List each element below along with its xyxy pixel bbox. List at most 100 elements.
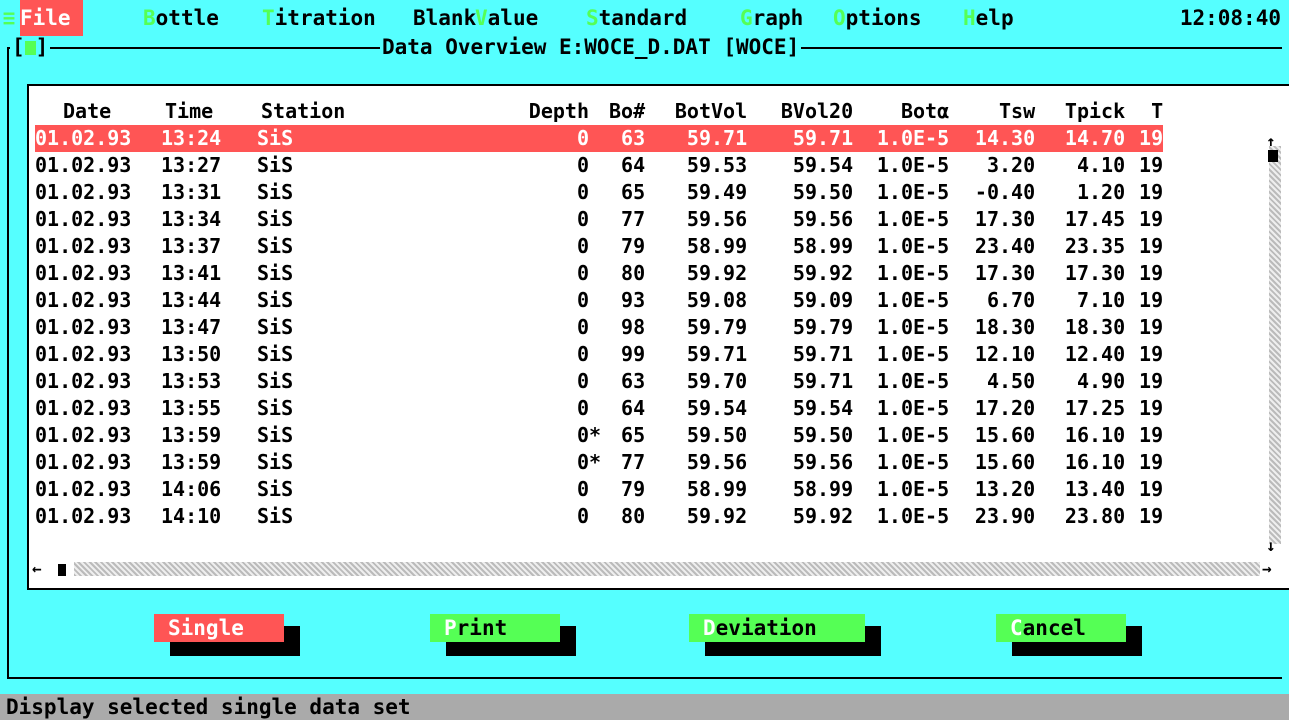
- cell-tsw: 4.50: [986, 369, 1036, 393]
- menu-graph[interactable]: Graph: [740, 0, 803, 36]
- cell-depth: 0: [576, 261, 589, 285]
- cell-bot-alpha: 1.0E-5: [876, 396, 950, 420]
- cell-tpick: 18.30: [1064, 315, 1126, 339]
- table-row[interactable]: 01.02.93 13:44 SiS 0 93 59.08 59.09 1.0E-5 6.70 7…: [35, 287, 1163, 314]
- menu-blank[interactable]: Blank: [413, 0, 476, 36]
- cell-time: 14:10: [161, 504, 222, 528]
- cell-date: 01.02.93: [35, 234, 132, 258]
- cell-bottle-number: 98: [621, 315, 646, 339]
- cell-flag: [589, 503, 609, 530]
- close-box[interactable]: []: [10, 36, 51, 58]
- cell-bot-alpha: 1.0E-5: [876, 369, 950, 393]
- cell-flag: [589, 233, 609, 260]
- cell-time: 13:44: [161, 288, 222, 312]
- cell-depth: 0: [576, 423, 589, 447]
- cell-t: 19: [1139, 261, 1164, 285]
- menu-file[interactable]: File: [20, 0, 84, 36]
- col-header-tpick[interactable]: Tpick: [1035, 98, 1125, 125]
- col-header-station[interactable]: Station: [257, 98, 417, 125]
- menu-value[interactable]: Value: [475, 0, 538, 36]
- table-row[interactable]: 01.02.93 13:34 SiS 0 77 59.56 59.56 1.0E-5 17.30…: [35, 206, 1163, 233]
- menu-standard[interactable]: Standard: [586, 0, 687, 36]
- cell-bottle-number: 79: [621, 234, 646, 258]
- single-button-label[interactable]: Single: [154, 614, 284, 642]
- col-header-bvol20[interactable]: BVol20: [747, 98, 853, 125]
- table-row[interactable]: 01.02.93 13:53 SiS 0 63 59.70 59.71 1.0E-5 4.50 4…: [35, 368, 1163, 395]
- cell-bot-alpha: 1.0E-5: [876, 261, 950, 285]
- col-header-bottle-number[interactable]: Bo#: [609, 98, 645, 125]
- cell-t: 19: [1139, 477, 1164, 501]
- cell-tsw: 17.20: [974, 396, 1036, 420]
- status-bar: Display selected single data set: [0, 694, 1289, 720]
- cell-tpick: 17.45: [1064, 207, 1126, 231]
- cell-tsw: 14.30: [949, 125, 1036, 152]
- table-row[interactable]: 01.02.93 13:59 SiS 0 * 65 59.50 59.50 1.0E-5 15.6…: [35, 422, 1163, 449]
- col-header-bot-alpha[interactable]: Botα: [853, 98, 949, 125]
- table-row[interactable]: 01.02.93 13:31 SiS 0 65 59.49 59.50 1.0E-5 -0.40…: [35, 179, 1163, 206]
- cell-botvol: 59.71: [686, 342, 748, 366]
- col-header-date[interactable]: Date: [35, 98, 161, 125]
- scroll-right-arrow-icon[interactable]: →: [1262, 560, 1272, 578]
- cell-botvol: 59.70: [686, 369, 748, 393]
- table-row[interactable]: 01.02.93 13:41 SiS 0 80 59.92 59.92 1.0E-5 17.30…: [35, 260, 1163, 287]
- table-row[interactable]: 01.02.93 13:50 SiS 0 99 59.71 59.71 1.0E-5 12.10…: [35, 341, 1163, 368]
- menu-bottle[interactable]: Bottle: [143, 0, 219, 36]
- cell-date: 01.02.93: [35, 125, 161, 152]
- col-header-depth[interactable]: Depth: [417, 98, 589, 125]
- print-button-label[interactable]: Print: [430, 614, 560, 642]
- table-row[interactable]: 01.02.93 14:10 SiS 0 80 59.92 59.92 1.0E-5 23.90…: [35, 503, 1163, 530]
- cell-bvol20: 59.56: [792, 207, 854, 231]
- close-icon[interactable]: [24, 41, 36, 55]
- cell-tpick: 23.80: [1064, 504, 1126, 528]
- cell-time: 13:47: [161, 315, 222, 339]
- cell-tpick: 4.10: [1076, 153, 1126, 177]
- deviation-button-label[interactable]: Deviation: [689, 614, 865, 642]
- cell-date: 01.02.93: [35, 288, 132, 312]
- menu-options[interactable]: Options: [833, 0, 922, 36]
- table-row[interactable]: 01.02.93 13:27 SiS 0 64 59.53 59.54 1.0E-5 3.20 4…: [35, 152, 1163, 179]
- cell-station: SiS: [257, 234, 294, 258]
- vertical-scroll-track[interactable]: [1269, 146, 1281, 544]
- vertical-scrollbar[interactable]: ↑ ↓: [1266, 84, 1282, 564]
- cell-depth: 0: [576, 315, 589, 339]
- cancel-button-label[interactable]: Cancel: [996, 614, 1126, 642]
- cell-depth: 0: [576, 207, 589, 231]
- cell-station: SiS: [257, 477, 294, 501]
- col-header-time[interactable]: Time: [161, 98, 257, 125]
- cell-bottle-number: 64: [621, 396, 646, 420]
- cell-tsw: -0.40: [974, 180, 1036, 204]
- cell-date: 01.02.93: [35, 369, 132, 393]
- cell-flag: [589, 395, 609, 422]
- cell-date: 01.02.93: [35, 504, 132, 528]
- menu-titration[interactable]: Titration: [262, 0, 376, 36]
- cell-bottle-number: 63: [609, 125, 646, 152]
- cell-bottle-number: 65: [621, 423, 646, 447]
- table-row[interactable]: 01.02.93 13:59 SiS 0 * 77 59.56 59.56 1.0E-5 15.6…: [35, 449, 1163, 476]
- cell-date: 01.02.93: [35, 450, 132, 474]
- cell-botvol: 59.71: [645, 125, 748, 152]
- scroll-down-arrow-icon[interactable]: ↓: [1266, 538, 1276, 554]
- col-header-botvol[interactable]: BotVol: [645, 98, 747, 125]
- cell-botvol: 59.56: [686, 207, 748, 231]
- horizontal-scrollbar[interactable]: ← →: [30, 560, 1282, 580]
- vertical-scroll-thumb[interactable]: [1268, 150, 1278, 162]
- table-row[interactable]: 01.02.93 13:37 SiS 0 79 58.99 58.99 1.0E-5 23.40…: [35, 233, 1163, 260]
- table-row[interactable]: 01.02.93 13:47 SiS 0 98 59.79 59.79 1.0E-5 18.30…: [35, 314, 1163, 341]
- col-header-t[interactable]: T: [1125, 98, 1163, 125]
- cell-tsw: 23.40: [974, 234, 1036, 258]
- cell-bot-alpha: 1.0E-5: [853, 125, 950, 152]
- cell-time: 13:31: [161, 180, 222, 204]
- cell-station: SiS: [257, 261, 294, 285]
- cell-tpick: 4.90: [1076, 369, 1126, 393]
- table-row[interactable]: 01.02.93 13:24 SiS 0 63 59.71 59.71 1.0E-5 14.30…: [35, 125, 1164, 152]
- menu-help[interactable]: Help: [963, 0, 1014, 36]
- scroll-left-arrow-icon[interactable]: ←: [32, 560, 42, 578]
- system-menu-icon[interactable]: ≡: [0, 0, 18, 36]
- cell-depth: 0: [576, 450, 589, 474]
- horizontal-scroll-thumb[interactable]: [58, 564, 66, 576]
- horizontal-scroll-track[interactable]: [74, 562, 1260, 576]
- table-row[interactable]: 01.02.93 14:06 SiS 0 79 58.99 58.99 1.0E-5 13.20…: [35, 476, 1163, 503]
- col-header-tsw[interactable]: Tsw: [949, 98, 1035, 125]
- table-row[interactable]: 01.02.93 13:55 SiS 0 64 59.54 59.54 1.0E-5 17.20…: [35, 395, 1163, 422]
- cell-depth: 0: [576, 342, 589, 366]
